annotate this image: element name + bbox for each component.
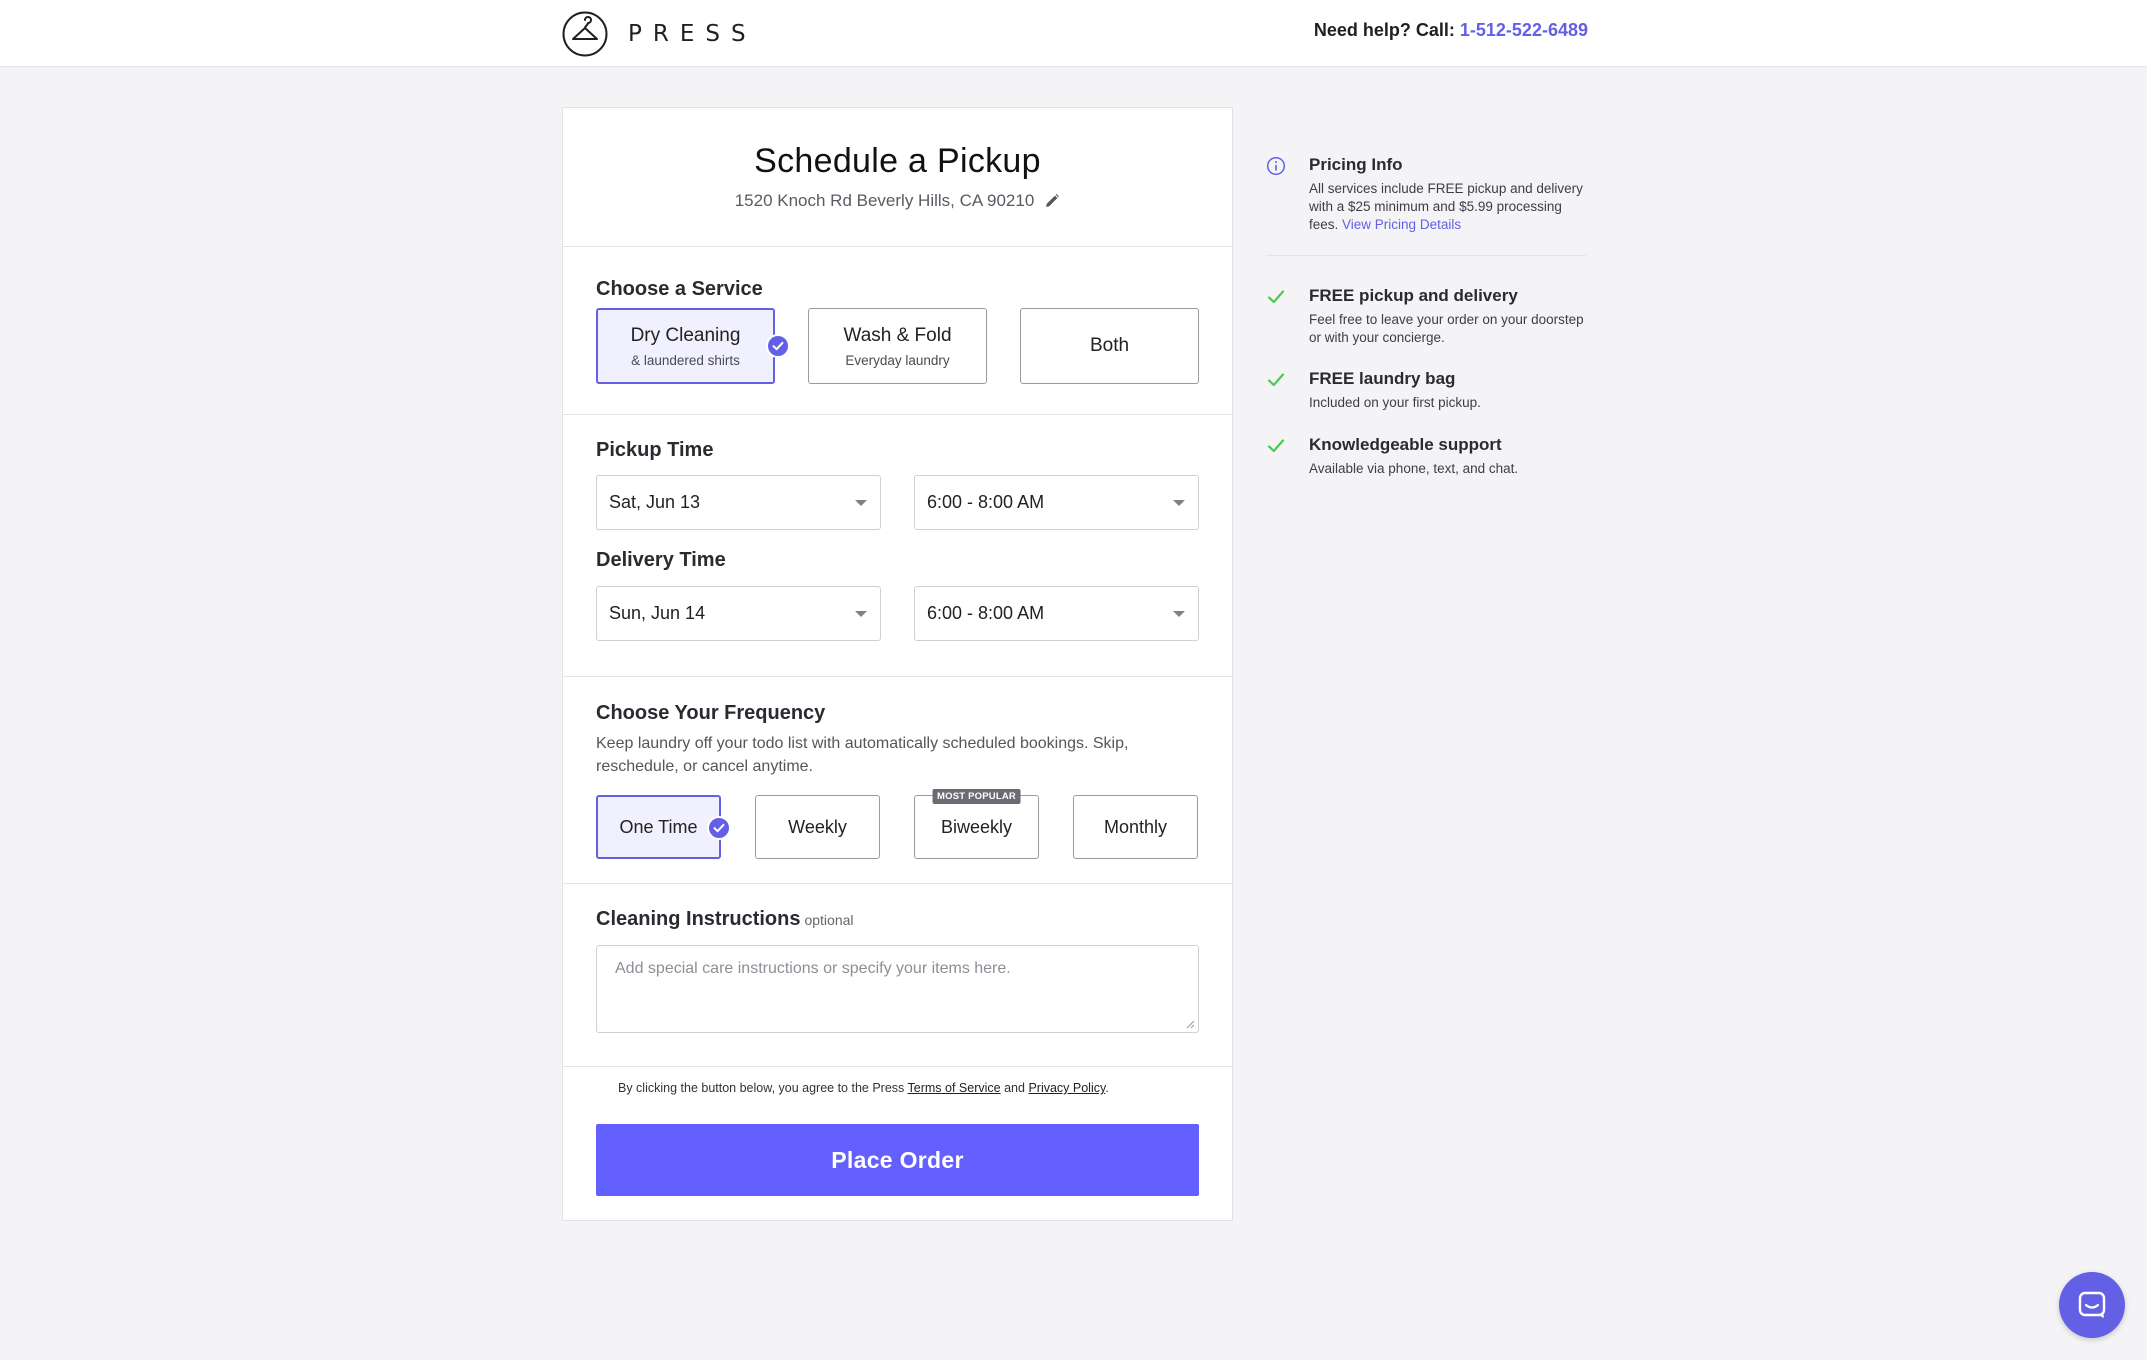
frequency-title: Choose Your Frequency (596, 702, 826, 724)
resize-grip-icon[interactable] (1186, 1020, 1195, 1029)
order-section: By clicking the button below, you agree … (563, 1067, 1232, 1222)
feature-text: Available via phone, text, and chat. (1309, 461, 1519, 476)
chat-icon (2078, 1291, 2106, 1318)
service-option-both[interactable]: Both (1020, 308, 1199, 384)
service-section: Choose a Service Dry Cleaning & laundere… (563, 247, 1232, 415)
service-option-label: Wash & Fold (843, 324, 952, 346)
delivery-time-select[interactable]: 6:00 - 8:00 AM (914, 586, 1199, 641)
instructions-section: Cleaning Instructions optional Add specia… (563, 884, 1232, 1067)
help-phone-link[interactable]: 1-512-522-6489 (1460, 20, 1588, 40)
divider (1266, 255, 1586, 256)
chevron-down-icon (1173, 500, 1185, 506)
checkmark-icon (1267, 373, 1285, 387)
view-pricing-link[interactable]: View Pricing Details (1342, 217, 1461, 232)
address-line: 1520 Knoch Rd Beverly Hills, CA 90210 (735, 191, 1061, 211)
privacy-policy-link[interactable]: Privacy Policy (1028, 1081, 1105, 1095)
frequency-option-one-time[interactable]: One Time (596, 795, 731, 859)
chevron-down-icon (1173, 611, 1185, 617)
service-option-label: Both (1089, 335, 1130, 356)
service-option-wash-fold[interactable]: Wash & Fold Everyday laundry (808, 308, 987, 384)
time-section: Pickup Time Sat, Jun 13 6:00 - 8:00 AM D… (563, 415, 1232, 677)
place-order-button[interactable]: Place Order (596, 1124, 1199, 1196)
instructions-textarea[interactable]: Add special care instructions or specify… (596, 945, 1199, 1033)
pickup-time-value: 6:00 - 8:00 AM (927, 492, 1045, 512)
delivery-date-value: Sun, Jun 14 (609, 603, 706, 623)
frequency-option-monthly[interactable]: Monthly (1073, 795, 1198, 859)
frequency-option-label: One Time (619, 816, 698, 837)
info-icon (1266, 156, 1286, 176)
order-card: Schedule a Pickup 1520 Knoch Rd Beverly … (562, 107, 1233, 1221)
top-bar: PRESS Need help? Call: 1-512-522-6489 (0, 0, 2147, 67)
feature-text: Feel free to leave your order on your do… (1309, 312, 1584, 345)
schedule-header: Schedule a Pickup 1520 Knoch Rd Beverly … (563, 108, 1232, 247)
delivery-date-select[interactable]: Sun, Jun 14 (596, 586, 881, 641)
service-option-label: Dry Cleaning (630, 324, 741, 346)
delivery-title: Delivery Time (596, 549, 726, 571)
page-title: Schedule a Pickup (754, 142, 1041, 180)
frequency-section: Choose Your Frequency Keep laundry off y… (563, 677, 1232, 884)
frequency-option-label: Biweekly (940, 816, 1013, 837)
service-option-sub: & laundered shirts (631, 352, 740, 368)
pricing-text: All services include FREE pickup and del… (1309, 180, 1584, 234)
pickup-time-select[interactable]: 6:00 - 8:00 AM (914, 475, 1199, 530)
frequency-description: Keep laundry off your todo list with aut… (596, 735, 1129, 775)
pickup-date-select[interactable]: Sat, Jun 13 (596, 475, 881, 530)
check-circle-icon (707, 816, 731, 840)
frequency-option-label: Weekly (788, 816, 847, 837)
chat-launcher-button[interactable] (2059, 1272, 2125, 1338)
terms-notice: By clicking the button below, you agree … (618, 1081, 1109, 1095)
feature-title: FREE laundry bag (1309, 369, 1456, 388)
hanger-logo-icon (562, 11, 608, 56)
pricing-title: Pricing Info (1309, 155, 1403, 174)
terms-prefix: By clicking the button below, you agree … (618, 1081, 908, 1095)
frequency-option-biweekly[interactable]: MOST POPULAR Biweekly (914, 789, 1039, 859)
help-line: Need help? Call: 1-512-522-6489 (1314, 20, 1588, 41)
service-option-dry-cleaning[interactable]: Dry Cleaning & laundered shirts (596, 308, 790, 384)
pickup-date-value: Sat, Jun 13 (609, 492, 701, 512)
feature-title: Knowledgeable support (1309, 435, 1502, 454)
optional-note: optional (804, 912, 854, 928)
instructions-title: Cleaning Instructions optional (596, 908, 854, 931)
delivery-time-value: 6:00 - 8:00 AM (927, 603, 1045, 623)
checkmark-icon (1267, 290, 1285, 304)
most-popular-badge: MOST POPULAR (932, 789, 1021, 804)
frequency-option-weekly[interactable]: Weekly (755, 795, 880, 859)
instructions-title-text: Cleaning Instructions (596, 908, 801, 930)
service-title: Choose a Service (596, 278, 763, 300)
pencil-icon[interactable] (1044, 193, 1060, 209)
chevron-down-icon (855, 500, 867, 506)
help-prefix: Need help? Call: (1313, 20, 1460, 40)
check-circle-icon (766, 334, 790, 358)
chevron-down-icon (855, 611, 867, 617)
instructions-placeholder: Add special care instructions or specify… (615, 960, 1011, 977)
terms-and: and (1000, 1081, 1029, 1095)
service-option-sub: Everyday laundry (845, 352, 950, 368)
press-logo[interactable]: PRESS (562, 10, 757, 57)
terms-suffix: . (1105, 1081, 1109, 1095)
address-text: 1520 Knoch Rd Beverly Hills, CA 90210 (734, 191, 1035, 210)
feature-text: Included on your first pickup. (1309, 395, 1481, 410)
brand-name: PRESS (628, 20, 757, 47)
frequency-option-label: Monthly (1103, 816, 1168, 837)
feature-title: FREE pickup and delivery (1309, 286, 1518, 305)
checkmark-icon (1267, 439, 1285, 453)
pickup-title: Pickup Time (596, 439, 714, 461)
terms-of-service-link[interactable]: Terms of Service (908, 1081, 1001, 1095)
